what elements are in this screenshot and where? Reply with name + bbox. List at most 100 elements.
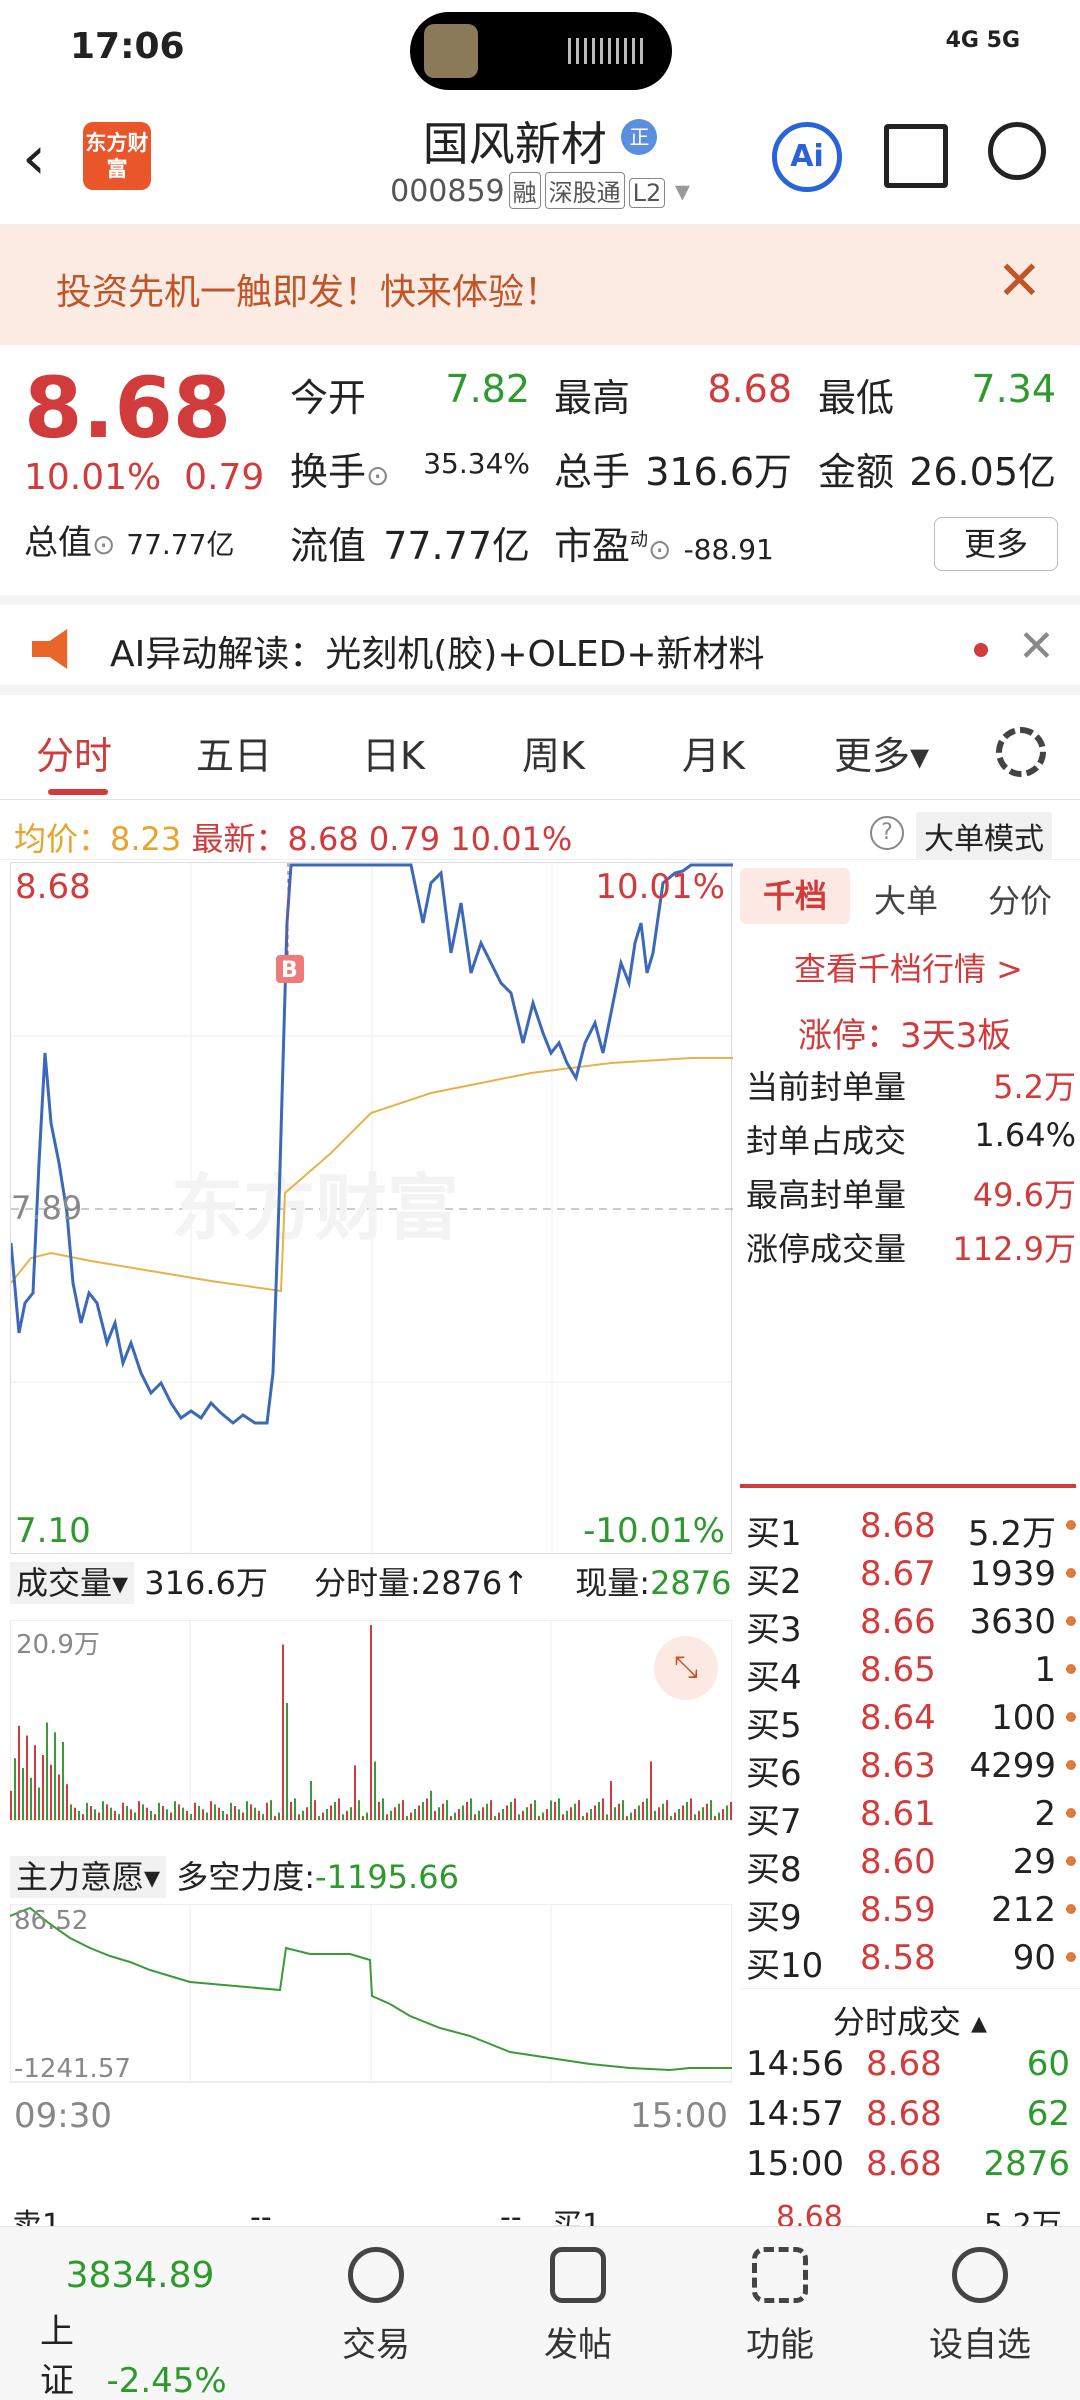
volume-bars [10,1625,732,1820]
promo-banner[interactable]: 投资先机一触即发！快来体验！ ✕ [0,225,1080,345]
stat-row: 最高封单量 49.6万 [746,1170,1076,1216]
bid-row[interactable]: 买8 8.60 29 [746,1842,1076,1891]
bid-row[interactable]: 买1 8.68 5.2万 [746,1506,1076,1555]
volume-bar [730,1801,732,1820]
tab-monthly-k[interactable]: 月K [682,725,745,780]
tab-five-day[interactable]: 五日 [196,725,272,780]
volume-bar [54,1732,56,1820]
volume-bar [554,1801,556,1820]
volume-bar [334,1801,336,1820]
volume-bar [530,1803,532,1820]
volume-bar [114,1810,116,1820]
share-icon[interactable] [884,124,948,188]
volume-bar [98,1812,100,1820]
volume-bar [650,1761,652,1820]
volume-bar [418,1805,420,1820]
volume-bar [218,1807,220,1820]
volume-bar [170,1812,172,1820]
tab-more[interactable]: 更多▾ [834,725,929,780]
badge-icon: 正 [621,118,658,155]
volume-bar [718,1812,720,1820]
bid-row[interactable]: 买5 8.64 100 [746,1698,1076,1747]
bid-row[interactable]: 买2 8.67 1939 [746,1554,1076,1603]
big-order-mode-button[interactable]: 大单模式 [916,812,1052,860]
nav-trade[interactable]: 交易 [306,2247,446,2366]
quote-strip: 卖1 -- -- 买1 8.68 5.2万 [0,2196,1080,2226]
volume-dropdown[interactable]: 成交量▾ [10,1562,135,1604]
bid-row[interactable]: 买4 8.65 1 [746,1650,1076,1699]
volume-bar [58,1774,60,1820]
ai-icon[interactable]: Ai [772,122,842,192]
mainforce-panel[interactable]: 主力意愿▾ 多空力度:-1195.66 86.52 -1241.57 09:30… [10,1852,732,2142]
stock-name-text: 国风新材 [422,117,607,171]
stock-code: 000859 [390,174,505,209]
tab-intraday[interactable]: 分时 [36,725,112,780]
volume-bar [354,1765,356,1820]
index-ticker[interactable]: 3834.89 上证 -2.45% [40,2255,240,2400]
float-label: 流值 [290,524,367,568]
volume-bar [298,1814,300,1820]
bid-row[interactable]: 买10 8.58 90 [746,1938,1076,1987]
low-label: 最低 [818,376,895,420]
volume-bar [726,1805,728,1820]
bid-label: 买9 [746,1898,802,1938]
change-pct: 10.01% [24,457,162,498]
tag-margin: 融 [508,172,541,209]
volume-total: 316.6万 [144,1564,268,1602]
intraday-chart[interactable]: 东方财富 B 8.68 10.01% 7.89 7.10 -10.01% [9,862,733,1555]
volume-bar [238,1809,240,1820]
nav-add-watchlist[interactable]: 设自选 [910,2247,1050,2366]
bid-row[interactable]: 买3 8.66 3630 [746,1602,1076,1651]
volume-bar [618,1803,620,1820]
tick-title[interactable]: 分时成交 ▴ [740,1988,1080,2043]
tab-price-dist[interactable]: 分价 [988,876,1052,922]
volume-bar [70,1804,72,1820]
tab-weekly-k[interactable]: 周K [522,725,585,780]
intraday-svg: 东方财富 B [9,863,733,1555]
volume-bar [302,1810,304,1820]
amount-field: 金额 26.05亿 [818,441,1056,496]
volume-bar [702,1807,704,1820]
close-icon[interactable]: ✕ [997,251,1042,311]
tag-connect: 深股通 [544,172,625,209]
search-icon[interactable] [988,122,1046,180]
volume-bar [402,1800,404,1820]
order-dot-icon [1066,1808,1076,1818]
volume-panel[interactable]: 成交量▾ 316.6万 分时量:2876↑ 现量:2876 20.9万 ⤡ [10,1558,732,1848]
volume-bar [150,1810,152,1820]
close-icon[interactable]: ✕ [1018,621,1055,672]
time-start: 09:30 [14,2096,112,2136]
bid-price: 8.60 [860,1842,936,1882]
bid-row[interactable]: 买9 8.59 212 [746,1890,1076,1939]
ai-insight-bar[interactable]: AI异动解读：光刻机(胶)+OLED+新材料 ✕ [0,595,1080,695]
status-signal: 4G 5G [945,28,1020,53]
tab-thousand-level[interactable]: 千档 [740,868,850,924]
bid-label: 买8 [746,1850,802,1890]
open-value: 7.82 [445,367,530,411]
bid-row[interactable]: 买7 8.61 2 [746,1794,1076,1843]
volume-bar [198,1806,200,1820]
thousand-level-link[interactable]: 查看千档行情 > [794,944,1023,990]
volume-bar [106,1804,108,1820]
volume-bar [630,1812,632,1820]
volume-bar [670,1816,672,1820]
tab-daily-k[interactable]: 日K [362,725,425,780]
nav-post[interactable]: 发帖 [508,2247,648,2366]
help-icon[interactable]: ? [870,816,904,850]
tab-big-order[interactable]: 大单 [874,876,938,922]
volume-bar [526,1807,528,1820]
gear-icon[interactable] [996,727,1046,777]
volume-bar [446,1800,448,1820]
expand-icon[interactable]: ⤡ [654,1636,718,1700]
chart-top-price: 8.68 [15,867,91,907]
mainforce-dropdown[interactable]: 主力意愿▾ [10,1856,167,1898]
bid-qty: 100 [991,1698,1056,1738]
bid-row[interactable]: 买6 8.63 4299 [746,1746,1076,1795]
media-island[interactable] [410,12,672,90]
nav-functions[interactable]: 功能 [710,2247,850,2366]
more-button[interactable]: 更多 [934,517,1058,571]
volume-bar [38,1787,40,1820]
tick-price: 8.68 [866,2094,942,2134]
nav-label: 设自选 [929,2325,1031,2365]
order-dot-icon [1066,1664,1076,1674]
